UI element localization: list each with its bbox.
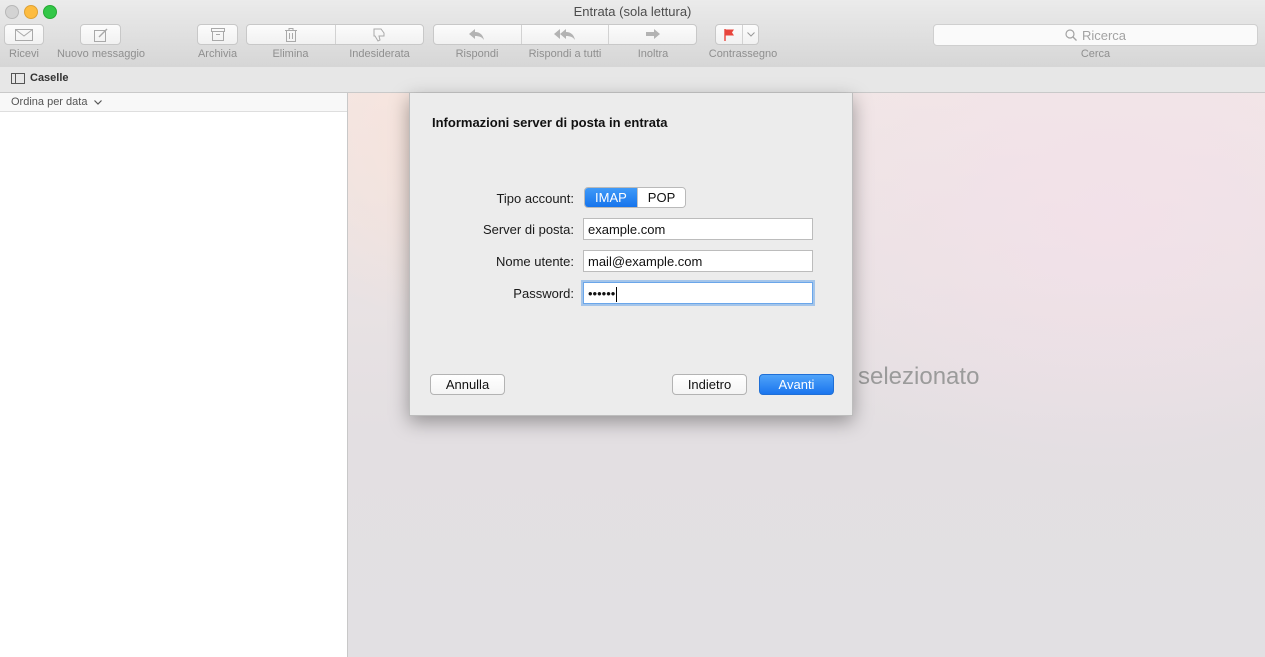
trash-icon	[284, 27, 297, 42]
incoming-server-sheet: Informazioni server di posta in entrata …	[409, 93, 853, 416]
forward-button[interactable]	[608, 25, 696, 44]
envelope-icon	[15, 28, 33, 41]
account-type-label: Tipo account:	[496, 191, 574, 206]
flag-label: Contrassegno	[708, 48, 778, 60]
thumbs-down-icon	[373, 28, 385, 42]
reply-arrow-icon	[469, 28, 485, 40]
username-label: Nome utente:	[495, 254, 574, 269]
reply-all-label: Rispondi a tutti	[528, 48, 602, 60]
search-placeholder: Ricerca	[1081, 27, 1127, 43]
text-cursor	[616, 287, 618, 303]
reply-all-arrow-icon	[554, 28, 575, 40]
account-type-segmented-control: IMAP POP	[584, 187, 687, 208]
chevron-down-icon	[93, 99, 102, 105]
reply-label: Rispondi	[455, 48, 499, 60]
search-label: Cerca	[1080, 48, 1111, 60]
reply-button[interactable]	[434, 25, 521, 44]
back-button[interactable]: Indietro	[672, 374, 747, 395]
get-mail-button[interactable]	[4, 24, 44, 45]
favorites-bar: Caselle	[0, 67, 1265, 93]
search-icon	[1065, 29, 1077, 41]
next-button[interactable]: Avanti	[759, 374, 834, 395]
sort-menu[interactable]: Ordina per data	[0, 93, 347, 112]
password-field[interactable]: ••••••	[583, 282, 813, 304]
flag-button[interactable]	[716, 25, 742, 44]
archive-button[interactable]	[197, 24, 238, 45]
get-mail-label: Ricevi	[9, 48, 39, 60]
junk-button[interactable]	[334, 25, 424, 44]
password-value: ••••••	[588, 286, 616, 301]
new-message-label: Nuovo messaggio	[56, 48, 146, 60]
message-list: Ordina per data	[0, 93, 348, 657]
username-field[interactable]: mail@example.com	[583, 250, 813, 272]
delete-label: Elimina	[272, 48, 309, 60]
flag-icon	[723, 28, 734, 41]
archive-box-icon	[210, 28, 225, 41]
archive-label: Archivia	[197, 48, 238, 60]
junk-label: Indesiderata	[349, 48, 410, 60]
sidebar-icon	[11, 72, 25, 84]
forward-arrow-icon	[645, 28, 660, 39]
window-toolbar: Entrata (sola lettura) Ricevi Nuovo mess…	[0, 0, 1265, 68]
chevron-down-icon	[746, 32, 755, 37]
no-message-selected-text: selezionato	[858, 363, 980, 390]
reply-all-button[interactable]	[520, 25, 609, 44]
mailboxes-toggle[interactable]: Caselle	[11, 72, 69, 84]
search-input[interactable]: Ricerca	[933, 24, 1258, 46]
flag-group	[715, 24, 759, 45]
cancel-button[interactable]: Annulla	[430, 374, 505, 395]
mail-server-label: Server di posta:	[482, 222, 574, 237]
window-title: Entrata (sola lettura)	[573, 4, 692, 19]
forward-label: Inoltra	[637, 48, 669, 60]
sheet-title: Informazioni server di posta in entrata	[432, 115, 668, 130]
reply-forward-group	[433, 24, 697, 45]
account-type-pop[interactable]: POP	[636, 188, 686, 207]
account-type-imap[interactable]: IMAP	[585, 188, 637, 207]
delete-button[interactable]	[247, 25, 335, 44]
new-message-button[interactable]	[80, 24, 121, 45]
mailboxes-label: Caselle	[30, 72, 69, 84]
mail-server-field[interactable]: example.com	[583, 218, 813, 240]
flag-menu-button[interactable]	[742, 25, 758, 44]
compose-icon	[93, 28, 107, 42]
sort-label: Ordina per data	[11, 96, 88, 108]
password-label: Password:	[513, 286, 574, 301]
delete-junk-group	[246, 24, 424, 45]
